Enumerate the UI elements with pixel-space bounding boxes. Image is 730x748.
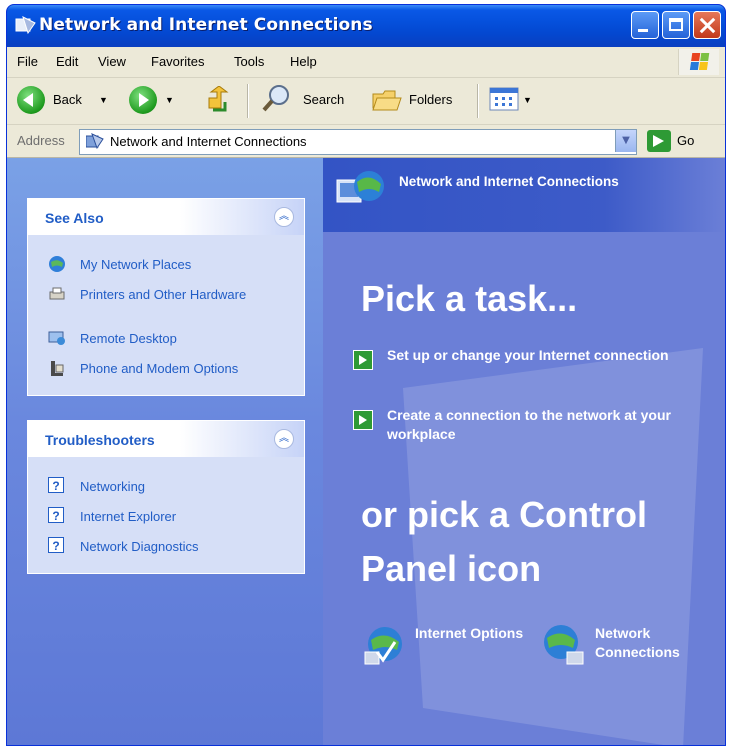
pick-task-heading: Pick a task... bbox=[361, 278, 578, 319]
task-label: Set up or change your Internet connectio… bbox=[387, 347, 669, 363]
views-button[interactable]: ▼ bbox=[489, 86, 539, 116]
forward-arrow-icon bbox=[129, 86, 157, 114]
see-also-header[interactable]: See Also ︽ bbox=[28, 199, 304, 235]
link-label: My Network Places bbox=[80, 257, 192, 272]
remote-desktop-icon bbox=[48, 331, 65, 345]
views-icon bbox=[489, 87, 519, 111]
or-pick-heading-line2: Panel icon bbox=[361, 548, 542, 589]
address-dropdown-icon[interactable]: ▼ bbox=[615, 130, 636, 152]
go-arrow-icon[interactable] bbox=[647, 130, 671, 152]
category-content: Network and Internet Connections Pick a … bbox=[323, 158, 725, 745]
standard-toolbar: Back ▼ ▼ Search Folders ▼ bbox=[7, 78, 725, 125]
category-title: Network and Internet Connections bbox=[399, 174, 619, 189]
forward-dropdown-icon[interactable]: ▼ bbox=[165, 95, 174, 105]
menu-view[interactable]: View bbox=[98, 54, 126, 69]
folders-icon bbox=[372, 90, 402, 111]
category-header: Network and Internet Connections bbox=[323, 158, 725, 232]
maximize-button[interactable] bbox=[662, 11, 690, 39]
control-panel-icon bbox=[15, 16, 36, 35]
arrow-right-icon bbox=[353, 410, 373, 430]
phone-icon bbox=[51, 361, 64, 376]
close-button[interactable] bbox=[693, 11, 721, 39]
link-label: Network Diagnostics bbox=[80, 539, 199, 554]
help-icon: ? bbox=[48, 477, 64, 493]
or-pick-heading-line1: or pick a Control bbox=[361, 494, 648, 535]
cp-label: Network Connections bbox=[595, 625, 680, 660]
printer-icon bbox=[49, 287, 65, 300]
search-icon bbox=[262, 85, 289, 112]
link-label: Phone and Modem Options bbox=[80, 361, 239, 376]
menu-tools[interactable]: Tools bbox=[234, 54, 264, 69]
menu-file[interactable]: File bbox=[17, 54, 38, 69]
collapse-chevron-icon[interactable]: ︽ bbox=[274, 429, 294, 449]
views-dropdown-icon[interactable]: ▼ bbox=[523, 95, 532, 105]
minimize-button[interactable] bbox=[631, 11, 659, 39]
network-connections-icon bbox=[544, 625, 584, 665]
address-value: Network and Internet Connections bbox=[110, 134, 307, 149]
arrow-right-icon bbox=[353, 350, 373, 370]
troubleshooters-panel: Troubleshooters ︽ ? Networking ? Interne… bbox=[27, 420, 305, 574]
search-label: Search bbox=[303, 92, 345, 107]
windows-logo bbox=[678, 49, 719, 75]
link-label: Networking bbox=[80, 479, 146, 494]
address-bar: Address Network and Internet Connections… bbox=[7, 125, 725, 158]
collapse-chevron-icon[interactable]: ︽ bbox=[274, 207, 294, 227]
windows-flag-icon bbox=[689, 53, 711, 71]
link-label: Printers and Other Hardware bbox=[80, 287, 247, 302]
menu-bar: File Edit View Favorites Tools Help bbox=[7, 47, 725, 78]
menu-favorites[interactable]: Favorites bbox=[151, 54, 204, 69]
network-globe-icon bbox=[336, 171, 384, 203]
folders-label: Folders bbox=[409, 92, 453, 107]
task-pane: See Also ︽ My Network Places Printers an… bbox=[7, 158, 323, 745]
address-label: Address bbox=[17, 133, 65, 148]
go-button[interactable]: Go bbox=[677, 133, 694, 148]
cp-label: Internet Options bbox=[415, 625, 524, 641]
window-title: Network and Internet Connections bbox=[39, 15, 373, 35]
title-bar[interactable]: Network and Internet Connections bbox=[7, 5, 725, 47]
troubleshooters-header[interactable]: Troubleshooters ︽ bbox=[28, 421, 304, 457]
up-folder-icon bbox=[208, 85, 229, 112]
control-panel-icon bbox=[86, 133, 104, 149]
help-icon: ? bbox=[48, 507, 64, 523]
link-label: Remote Desktop bbox=[80, 331, 177, 346]
task-label: Create a connection to the network at yo… bbox=[387, 407, 671, 442]
address-field[interactable]: Network and Internet Connections ▼ bbox=[79, 129, 637, 155]
menu-help[interactable]: Help bbox=[290, 54, 317, 69]
explorer-window: Network and Internet Connections File Ed… bbox=[6, 4, 726, 746]
back-arrow-icon bbox=[17, 86, 45, 114]
search-button[interactable]: Search bbox=[261, 85, 361, 116]
toolbar-separator bbox=[247, 84, 248, 118]
see-also-panel: See Also ︽ My Network Places Printers an… bbox=[27, 198, 305, 396]
back-button[interactable]: Back ▼ bbox=[17, 86, 117, 116]
internet-options-icon bbox=[364, 627, 402, 665]
forward-button[interactable]: ▼ bbox=[129, 86, 179, 116]
up-folder-button[interactable] bbox=[203, 85, 233, 116]
back-dropdown-icon[interactable]: ▼ bbox=[99, 95, 108, 105]
link-label: Internet Explorer bbox=[80, 509, 177, 524]
menu-edit[interactable]: Edit bbox=[56, 54, 78, 69]
folders-button[interactable]: Folders bbox=[371, 86, 471, 116]
toolbar-separator bbox=[477, 84, 478, 118]
troubleshooters-title: Troubleshooters bbox=[45, 432, 155, 448]
help-icon: ? bbox=[48, 537, 64, 553]
back-label: Back bbox=[53, 92, 82, 107]
network-places-icon bbox=[49, 256, 65, 272]
see-also-title: See Also bbox=[45, 210, 104, 226]
